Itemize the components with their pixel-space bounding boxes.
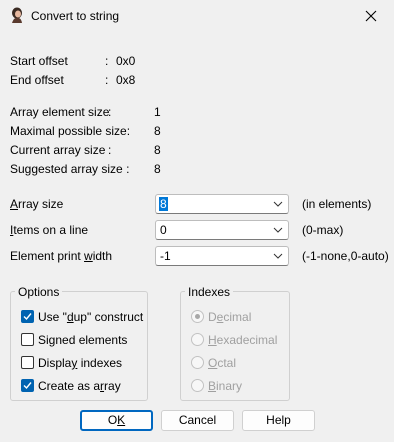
hexadecimal-radio[interactable] <box>191 333 204 346</box>
decimal-radio[interactable] <box>191 310 204 323</box>
octal-radio[interactable] <box>191 356 204 369</box>
create-array-checkbox[interactable] <box>21 379 34 392</box>
octal-label[interactable]: Octal <box>208 356 236 370</box>
title-bar: Convert to string <box>0 0 394 32</box>
print-width-hint: (-1-none,0-auto) <box>302 249 389 263</box>
use-dup-checkbox[interactable] <box>21 310 34 323</box>
help-button[interactable]: Help <box>242 410 315 431</box>
items-on-line-combo[interactable]: 0 <box>155 220 289 240</box>
close-icon <box>365 10 377 22</box>
binary-label[interactable]: Binary <box>208 379 242 393</box>
chevron-down-icon <box>273 201 283 207</box>
create-array-label[interactable]: Create as array <box>38 379 121 393</box>
close-button[interactable] <box>348 0 394 32</box>
end-offset-label: End offset <box>10 73 64 87</box>
current-size-value: 8 <box>154 143 161 157</box>
use-dup-label[interactable]: Use "dup" construct <box>38 310 143 324</box>
element-size-value: 1 <box>154 105 161 119</box>
array-size-value: 8 <box>159 197 168 211</box>
app-logo-icon <box>12 7 22 23</box>
decimal-label[interactable]: Decimal <box>208 310 251 324</box>
end-offset-value: 0x8 <box>116 73 136 87</box>
options-group-title: Options <box>15 285 63 299</box>
start-offset-label: Start offset <box>10 54 68 68</box>
window-title: Convert to string <box>31 9 120 23</box>
chevron-down-icon <box>273 253 283 259</box>
start-offset-value: 0x0 <box>116 54 136 68</box>
element-size-colon: : <box>108 105 112 119</box>
current-size-colon: : <box>108 143 112 157</box>
print-width-label: Element print width <box>10 249 113 263</box>
print-width-combo[interactable]: -1 <box>155 246 289 266</box>
hexadecimal-label[interactable]: Hexadecimal <box>208 333 277 347</box>
signed-elements-checkbox[interactable] <box>21 333 34 346</box>
signed-elements-label[interactable]: Signed elements <box>38 333 127 347</box>
display-indexes-label[interactable]: Display indexes <box>38 356 122 370</box>
items-on-line-hint: (0-max) <box>302 223 344 237</box>
ok-button[interactable]: OK <box>80 410 153 431</box>
end-offset-colon: : <box>105 73 109 87</box>
suggested-size-label: Suggested array size : <box>10 162 130 176</box>
max-size-value: 8 <box>154 124 161 138</box>
cancel-button[interactable]: Cancel <box>161 410 234 431</box>
items-on-line-label: Items on a line <box>10 223 89 237</box>
current-size-label: Current array size <box>10 143 106 157</box>
checkmark-icon <box>23 313 32 321</box>
display-indexes-checkbox[interactable] <box>21 356 34 369</box>
chevron-down-icon <box>273 227 283 233</box>
array-size-label: Array size <box>10 197 64 211</box>
max-size-label: Maximal possible size: <box>10 124 131 138</box>
binary-radio[interactable] <box>191 379 204 392</box>
checkmark-icon <box>23 382 32 390</box>
array-size-combo[interactable]: 8 <box>155 194 289 214</box>
indexes-group-title: Indexes <box>185 285 234 299</box>
suggested-size-value: 8 <box>154 162 161 176</box>
start-offset-colon: : <box>105 54 109 68</box>
items-on-line-value: 0 <box>160 223 167 237</box>
print-width-value: -1 <box>160 249 171 263</box>
element-size-label: Array element size <box>10 105 110 119</box>
array-size-hint: (in elements) <box>302 197 372 211</box>
